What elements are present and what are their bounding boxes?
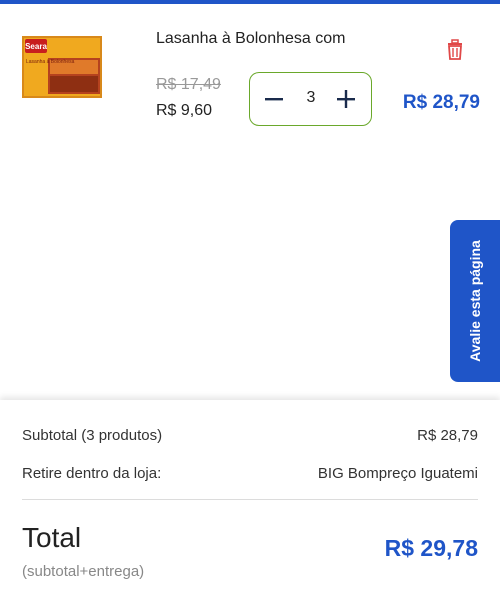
summary-divider [22,499,478,500]
brand-logo-text: Seara [25,42,47,51]
cart-item: Seara Lasanha à Bolonhesa Lasanha à Bolo… [0,4,500,144]
total-subtext: (subtotal+entrega) [22,563,145,580]
decrease-quantity-button[interactable] [260,85,288,113]
quantity-stepper: 3 [249,72,372,126]
product-title[interactable]: Lasanha à Bolonhesa com [156,30,345,48]
quantity-value[interactable]: 3 [296,89,326,107]
total-label: Total [22,522,82,553]
subtotal-value: R$ 28,79 [417,427,478,444]
original-price: R$ 17,49 [156,76,221,93]
pickup-label: Retire dentro da loja: [22,465,162,482]
product-image-text: Lasanha à Bolonhesa [26,59,75,65]
subtotal-row: Subtotal (3 produtos) R$ 28,79 [22,427,478,444]
sale-price: R$ 9,60 [156,102,213,119]
pickup-store: BIG Bompreço Iguatemi [317,465,478,482]
total-value: R$ 29,78 [384,535,478,561]
feedback-tab-button[interactable]: Avalie esta página [450,220,500,382]
order-summary: Subtotal (3 produtos) R$ 28,79 Retire de… [0,400,500,605]
pickup-row: Retire dentro da loja: BIG Bompreço Igua… [22,465,478,482]
increase-quantity-button[interactable] [332,85,360,113]
product-image[interactable]: Seara Lasanha à Bolonhesa [22,36,102,98]
line-total-price: R$ 28,79 [402,92,480,113]
trash-icon[interactable] [443,38,467,62]
subtotal-label: Subtotal (3 produtos) [22,427,163,444]
feedback-tab-label: Avalie esta página [467,240,483,362]
